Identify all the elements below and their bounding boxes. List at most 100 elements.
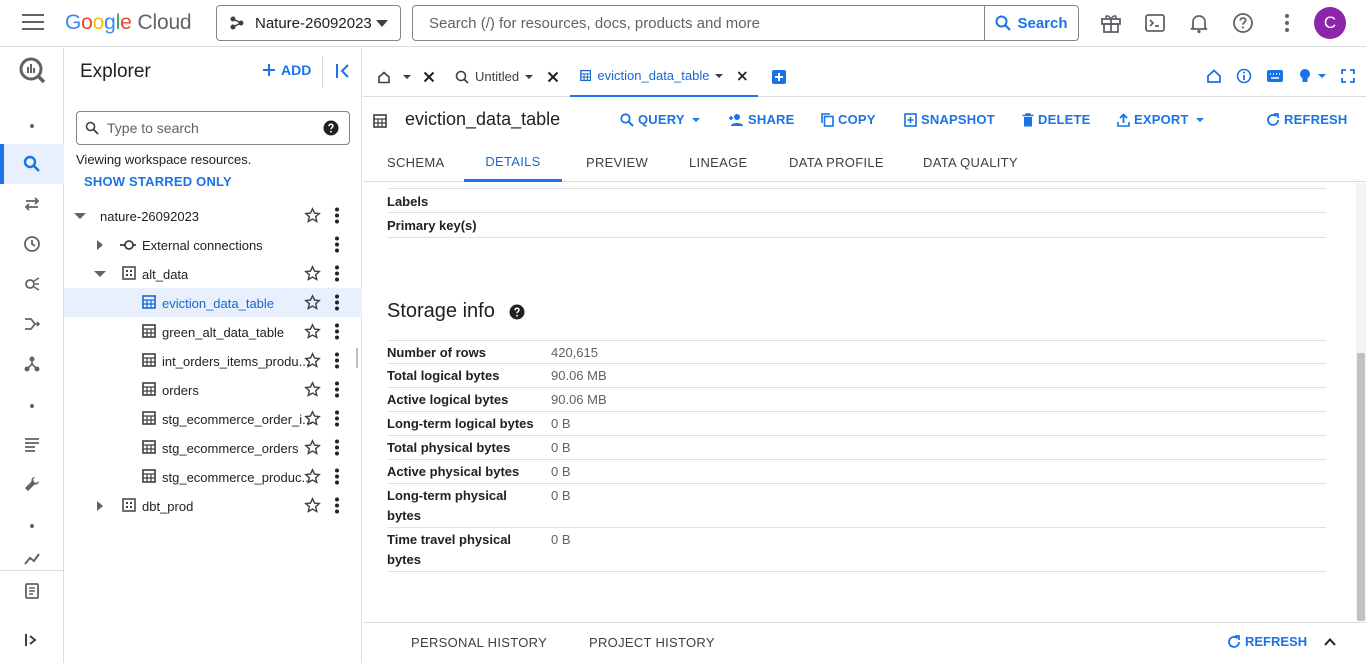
tips-menu[interactable]: [1298, 68, 1326, 84]
star-icon[interactable]: [304, 207, 321, 227]
tree-table-stg-ecommerce-orders[interactable]: stg_ecommerce_orders: [64, 433, 362, 462]
star-icon[interactable]: [304, 381, 321, 401]
tree-dataset-dbt-prod[interactable]: dbt_prod: [64, 491, 362, 520]
fullscreen-icon[interactable]: [1340, 68, 1356, 84]
chevron-up-icon[interactable]: [1323, 635, 1337, 649]
main-menu-icon[interactable]: [22, 14, 44, 32]
search-icon[interactable]: [0, 144, 64, 184]
more-vert-icon[interactable]: [334, 294, 340, 314]
expand-rail-icon[interactable]: [0, 620, 64, 660]
add-button[interactable]: ADD: [262, 62, 311, 78]
delete-button[interactable]: DELETE: [1022, 112, 1090, 127]
tab-data-quality[interactable]: DATA QUALITY: [923, 143, 1018, 182]
snapshot-button[interactable]: SNAPSHOT: [904, 112, 995, 127]
tree-table-int-orders-items[interactable]: int_orders_items_produ...: [64, 346, 362, 375]
more-vert-icon[interactable]: [334, 410, 340, 430]
graph-icon[interactable]: [0, 344, 64, 384]
history-refresh-button[interactable]: REFRESH: [1227, 634, 1307, 649]
scrollbar-thumb[interactable]: [1357, 353, 1365, 621]
more-vert-icon[interactable]: [334, 265, 340, 285]
explorer-search-input[interactable]: [107, 120, 307, 136]
tab-details[interactable]: DETAILS: [464, 143, 562, 182]
tree-table-orders[interactable]: orders: [64, 375, 362, 404]
wrench-icon[interactable]: [0, 464, 64, 504]
keyboard-icon[interactable]: [1266, 69, 1284, 83]
tree-table-green-alt-data-table[interactable]: green_alt_data_table: [64, 317, 362, 346]
transfer-icon[interactable]: [0, 184, 64, 224]
chevron-down-icon[interactable]: [525, 74, 534, 79]
tab-data-profile[interactable]: DATA PROFILE: [789, 143, 884, 182]
tree-table-stg-ecommerce-products[interactable]: stg_ecommerce_produc...: [64, 462, 362, 491]
help-icon[interactable]: [1230, 10, 1256, 36]
new-tab-button[interactable]: [771, 56, 787, 97]
collapse-panel-icon[interactable]: [334, 61, 352, 86]
tab-home[interactable]: [377, 56, 435, 97]
notifications-icon[interactable]: [1186, 10, 1212, 36]
show-starred-button[interactable]: SHOW STARRED ONLY: [84, 174, 232, 189]
refresh-button[interactable]: REFRESH: [1266, 112, 1348, 127]
tab-preview[interactable]: PREVIEW: [586, 143, 648, 182]
help-icon[interactable]: [323, 120, 339, 141]
tab-project-history[interactable]: PROJECT HISTORY: [589, 635, 715, 650]
tree-table-eviction-data-table[interactable]: eviction_data_table: [64, 288, 362, 317]
more-vert-icon[interactable]: [334, 207, 340, 227]
google-cloud-logo[interactable]: Google Cloud: [65, 11, 192, 35]
details-scrollbar[interactable]: [1356, 183, 1366, 621]
chevron-down-icon[interactable]: [715, 73, 724, 78]
analytics-icon[interactable]: [0, 264, 64, 304]
close-icon[interactable]: [737, 70, 748, 82]
more-vert-icon[interactable]: [334, 439, 340, 459]
more-vert-icon[interactable]: [334, 468, 340, 488]
project-picker[interactable]: Nature-26092023: [216, 5, 401, 41]
chart-icon[interactable]: [0, 544, 64, 572]
chevron-right-icon[interactable]: [97, 240, 103, 250]
tree-table-stg-ecommerce-order-items[interactable]: stg_ecommerce_order_i...: [64, 404, 362, 433]
cloud-shell-icon[interactable]: [1142, 10, 1168, 36]
more-vert-icon[interactable]: [334, 323, 340, 343]
tab-lineage[interactable]: LINEAGE: [689, 143, 747, 182]
more-vert-icon[interactable]: [334, 381, 340, 401]
query-button[interactable]: QUERY: [620, 112, 700, 127]
search-button[interactable]: Search: [984, 6, 1078, 40]
star-icon[interactable]: [304, 323, 321, 343]
more-vert-icon[interactable]: [334, 352, 340, 372]
document-icon[interactable]: [0, 570, 64, 610]
more-vert-icon[interactable]: [334, 236, 340, 256]
star-icon[interactable]: [304, 265, 321, 285]
tree-dataset-alt-data[interactable]: alt_data: [64, 259, 362, 288]
star-icon[interactable]: [304, 468, 321, 488]
star-icon[interactable]: [304, 352, 321, 372]
account-avatar[interactable]: C: [1314, 7, 1346, 39]
tree-project-row[interactable]: nature-26092023: [64, 201, 362, 230]
star-icon[interactable]: [304, 439, 321, 459]
tab-personal-history[interactable]: PERSONAL HISTORY: [411, 635, 547, 650]
tab-untitled[interactable]: Untitled: [455, 56, 559, 97]
close-icon[interactable]: [547, 71, 559, 83]
chevron-right-icon[interactable]: [97, 501, 103, 511]
copy-button[interactable]: COPY: [821, 112, 876, 127]
list-icon[interactable]: [0, 424, 64, 464]
global-search-input[interactable]: [413, 6, 984, 40]
close-icon[interactable]: [423, 71, 435, 83]
help-icon[interactable]: [509, 304, 525, 320]
star-icon[interactable]: [304, 497, 321, 517]
chevron-down-icon[interactable]: [94, 271, 106, 277]
home-icon[interactable]: [1206, 68, 1222, 84]
bigquery-logo-icon[interactable]: [0, 50, 64, 90]
star-icon[interactable]: [304, 294, 321, 314]
chevron-down-icon[interactable]: [403, 74, 411, 79]
tab-eviction-data-table[interactable]: eviction_data_table: [570, 56, 758, 97]
more-vert-icon[interactable]: [1274, 10, 1300, 36]
export-button[interactable]: EXPORT: [1117, 112, 1204, 127]
chevron-down-icon[interactable]: [74, 213, 86, 219]
share-button[interactable]: SHARE: [728, 112, 795, 127]
pipeline-icon[interactable]: [0, 304, 64, 344]
tab-schema[interactable]: SCHEMA: [387, 143, 444, 182]
gift-icon[interactable]: [1098, 10, 1124, 36]
history-icon[interactable]: [0, 224, 64, 264]
more-vert-icon[interactable]: [334, 497, 340, 517]
star-icon[interactable]: [304, 410, 321, 430]
tree-external-connections[interactable]: External connections: [64, 230, 362, 259]
panel-resize-handle[interactable]: [356, 348, 358, 368]
info-icon[interactable]: [1236, 68, 1252, 84]
